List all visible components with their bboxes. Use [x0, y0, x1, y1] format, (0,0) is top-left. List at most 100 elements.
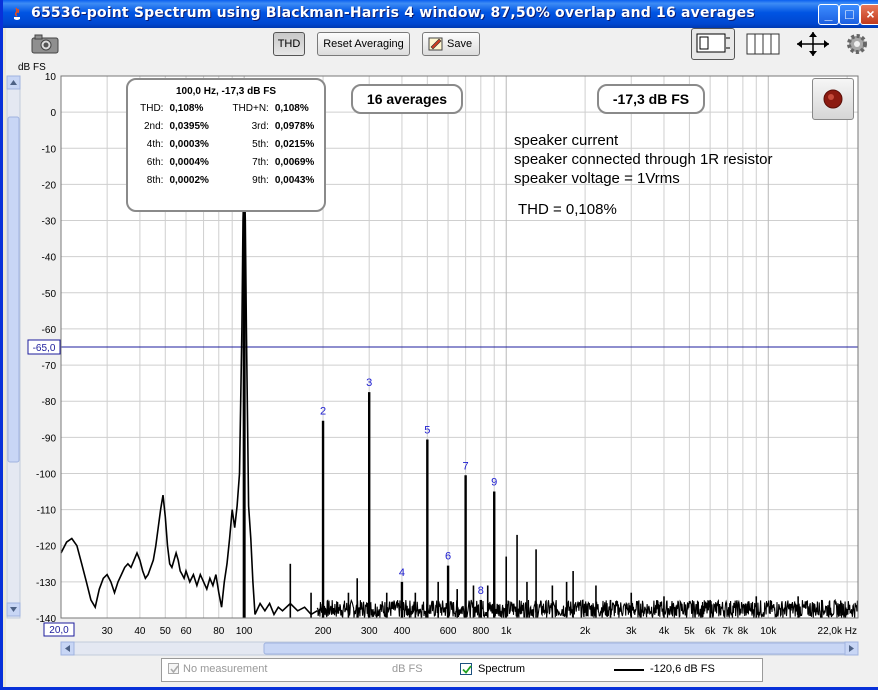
spectrum-legend-line — [614, 669, 644, 671]
x-tick-label: 1k — [501, 626, 513, 637]
legend-box: No measurement dB FS Spectrum -120,6 dB … — [161, 658, 763, 682]
level-badge: -17,3 dB FS — [597, 84, 705, 114]
close-icon: × — [866, 6, 875, 22]
thd-row-label: THD+N: — [232, 103, 269, 114]
thd-row-label: 9th: — [252, 175, 269, 186]
vertical-scroll-thumb[interactable] — [7, 116, 20, 463]
horizontal-scroll-thumb[interactable] — [263, 642, 855, 655]
harmonic-label: 4 — [399, 567, 405, 579]
y-tick-label: -100 — [36, 469, 56, 480]
thd-row: 8th: 0,0002% 9th: 0,0043% — [132, 172, 324, 190]
x-tick-label: 200 — [315, 626, 332, 637]
no-measurement-unit: dB FS — [392, 663, 423, 675]
toolbar: THD Reset Averaging Save — [6, 28, 878, 62]
x-tick-label: 40 — [134, 626, 146, 637]
thd-row-value: 0,0978% — [274, 121, 315, 132]
annotation-thd: THD = 0,108% — [518, 201, 617, 218]
thd-row-value: 0,0004% — [169, 157, 209, 168]
x-tick-label: 800 — [472, 626, 489, 637]
settings-button[interactable] — [844, 31, 870, 57]
y-tick-label: -20 — [42, 180, 57, 191]
x-tick-label: 60 — [180, 626, 192, 637]
y-tick-label: -10 — [42, 144, 57, 155]
y-tick-label: -60 — [42, 325, 57, 336]
x-tick-label: 2k — [580, 626, 592, 637]
harmonic-label: 2 — [320, 406, 326, 418]
thd-row-value: 0,108% — [169, 103, 204, 114]
thd-row-value: 0,0215% — [274, 139, 315, 150]
harmonic-label: 9 — [491, 477, 497, 489]
thd-row: 2nd: 0,0395% 3rd: 0,0978% — [132, 118, 324, 136]
x-tick-label: 300 — [361, 626, 378, 637]
spectrum-value: -120,6 dB FS — [650, 663, 715, 675]
display-split-icon — [746, 33, 780, 55]
level-cursor-label: -65,0 — [33, 343, 56, 354]
harmonic-label: 7 — [463, 460, 469, 472]
app-window: 65536-point Spectrum using Blackman-Harr… — [0, 0, 878, 690]
no-measurement-checkbox[interactable] — [168, 663, 179, 674]
window-title: 65536-point Spectrum using Blackman-Harr… — [31, 5, 755, 21]
x-tick-label: 8k — [738, 626, 750, 637]
x-tick-label: 600 — [440, 626, 457, 637]
save-label: Save — [447, 38, 473, 50]
thd-row-value: 0,0069% — [274, 157, 315, 168]
java-app-icon — [14, 7, 20, 20]
thd-row: 4th: 0,0003% 5th: 0,0215% — [132, 136, 324, 154]
harmonic-label: 5 — [424, 425, 430, 437]
averages-badge: 16 averages — [351, 84, 463, 114]
camera-icon — [31, 34, 59, 54]
thd-table: THD: 0,108% THD+N: 0,108% 2nd: 0,0395% 3rd: 0,0… — [132, 100, 324, 190]
thd-toggle-button[interactable]: THD — [273, 32, 305, 56]
harmonic-label: 6 — [445, 551, 451, 563]
x-tick-label: 3k — [626, 626, 638, 637]
thd-row-label: 2nd: — [144, 121, 164, 132]
reset-averaging-button[interactable]: Reset Averaging — [317, 32, 410, 56]
y-tick-label: -70 — [42, 361, 57, 372]
maximize-button[interactable]: □ — [839, 4, 860, 25]
single-view-button[interactable] — [691, 28, 735, 60]
x-axis: 30 40 50 60 80 100 200 300 400 600 800 1k 2k 3k 4k 5k 6k… — [102, 626, 778, 637]
x-tick-label: 400 — [394, 626, 411, 637]
y-tick-label: 0 — [50, 108, 56, 119]
title-bar: 65536-point Spectrum using Blackman-Harr… — [3, 0, 878, 28]
annotation-line-1: speaker current — [514, 132, 619, 149]
thd-row-value: 0,0002% — [169, 175, 209, 186]
thd-box-header: 100,0 Hz, -17,3 dB FS — [175, 86, 277, 97]
camera-button[interactable] — [28, 32, 62, 56]
thd-row-label: 7th: — [252, 157, 269, 168]
status-bar: No measurement dB FS Spectrum -120,6 dB … — [6, 658, 878, 687]
x-end-label: 22,0k Hz — [818, 626, 857, 637]
x-tick-label: 30 — [102, 626, 114, 637]
minimize-button[interactable]: _ — [818, 4, 839, 25]
x-tick-label: 4k — [659, 626, 671, 637]
fit-scale-button[interactable] — [793, 30, 833, 58]
thd-row: THD: 0,108% THD+N: 0,108% — [132, 100, 324, 118]
record-icon — [823, 89, 843, 109]
y-tick-label: -90 — [42, 433, 57, 444]
minimize-icon: _ — [824, 6, 833, 22]
harmonic-label: 8 — [478, 585, 484, 597]
x-tick-label: 6k — [705, 626, 717, 637]
x-tick-label: 10k — [760, 626, 777, 637]
display-single-icon — [696, 33, 730, 53]
x-tick-label: 50 — [160, 626, 172, 637]
split-view-button[interactable] — [743, 30, 783, 58]
thd-row-value: 0,0395% — [169, 121, 209, 132]
y-tick-label: -110 — [37, 506, 57, 517]
record-button[interactable] — [812, 78, 854, 120]
maximize-icon: □ — [845, 6, 854, 22]
save-button[interactable]: Save — [422, 32, 480, 56]
spectrum-label: Spectrum — [478, 663, 526, 675]
close-button[interactable]: × — [860, 4, 878, 25]
thd-row-value: 0,0043% — [274, 175, 315, 186]
gear-icon — [847, 34, 867, 54]
thd-row-label: THD: — [140, 103, 164, 114]
thd-row-label: 3rd: — [251, 121, 269, 132]
y-tick-label: -50 — [42, 289, 57, 300]
y-unit-label: dB FS — [18, 62, 46, 73]
spectrum-checkbox[interactable] — [460, 663, 472, 675]
y-tick-label: -40 — [42, 253, 57, 264]
thd-row: 6th: 0,0004% 7th: 0,0069% — [132, 154, 324, 172]
thd-row-label: 4th: — [146, 139, 164, 150]
spectrum-panel: 10 0 -10 -20 -30 -40 -50 -60 -70 -80 -90 -100 -110 -1… — [6, 62, 878, 658]
